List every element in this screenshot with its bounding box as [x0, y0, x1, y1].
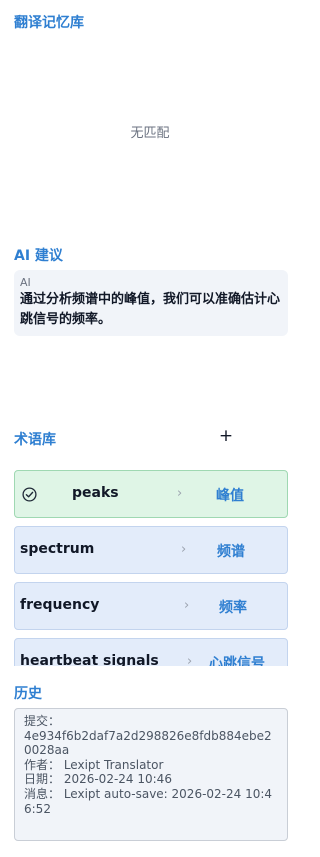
ai-suggestion-text: 通过分析频谱中的峰值，我们可以准确估计心跳信号的频率。 [20, 292, 281, 327]
history-entry[interactable]: 提交： 4e934f6b2daf7a2d298826e8fdb884ebe200… [14, 708, 288, 841]
term-source: peaks [72, 485, 119, 501]
term-item-heartbeat-signals[interactable]: heartbeat signals › 心跳信号 [14, 638, 288, 666]
term-source: frequency [20, 597, 100, 613]
term-target: 频率 [219, 600, 247, 616]
term-list: peaks › 峰值 spectrum › 频谱 frequency › 频率 … [14, 470, 288, 666]
chevron-right-icon: › [181, 542, 187, 557]
chevron-right-icon: › [187, 654, 193, 666]
ai-suggestion-label: AI [20, 276, 31, 289]
chevron-right-icon: › [177, 486, 183, 501]
history-commit-hash: 4e934f6b2daf7a2d298826e8fdb884ebe20028aa [24, 728, 272, 758]
term-source: heartbeat signals [20, 653, 159, 666]
add-term-button[interactable]: + [217, 426, 235, 446]
term-target: 频谱 [217, 544, 245, 560]
term-item-peaks[interactable]: peaks › 峰值 [14, 470, 288, 518]
history-date: 日期： 2026-02-24 10:46 [24, 772, 172, 787]
term-item-frequency[interactable]: frequency › 频率 [14, 582, 288, 630]
chevron-right-icon: › [184, 598, 190, 613]
history-message: 消息： Lexipt auto-save: 2026-02-24 10:46:5… [24, 786, 273, 816]
translation-memory-empty-text: 无匹配 [130, 126, 170, 141]
term-source: spectrum [20, 541, 95, 557]
term-target: 峰值 [216, 488, 244, 504]
history-panel: 历史 提交： 4e934f6b2daf7a2d298826e8fdb884ebe… [0, 668, 300, 857]
termbase-title: 术语库 [14, 432, 56, 448]
history-title: 历史 [14, 686, 42, 702]
translation-memory-title: 翻译记忆库 [14, 15, 84, 31]
term-item-spectrum[interactable]: spectrum › 频谱 [14, 526, 288, 574]
ai-suggestion-title: AI 建议 [14, 248, 63, 264]
check-circle-icon [22, 487, 37, 502]
history-author: 作者： Lexipt Translator [24, 757, 164, 772]
ai-suggestion-card[interactable]: AI 通过分析频谱中的峰值，我们可以准确估计心跳信号的频率。 [14, 270, 288, 336]
history-commit-label: 提交： [24, 714, 61, 728]
term-target: 心跳信号 [209, 656, 265, 666]
